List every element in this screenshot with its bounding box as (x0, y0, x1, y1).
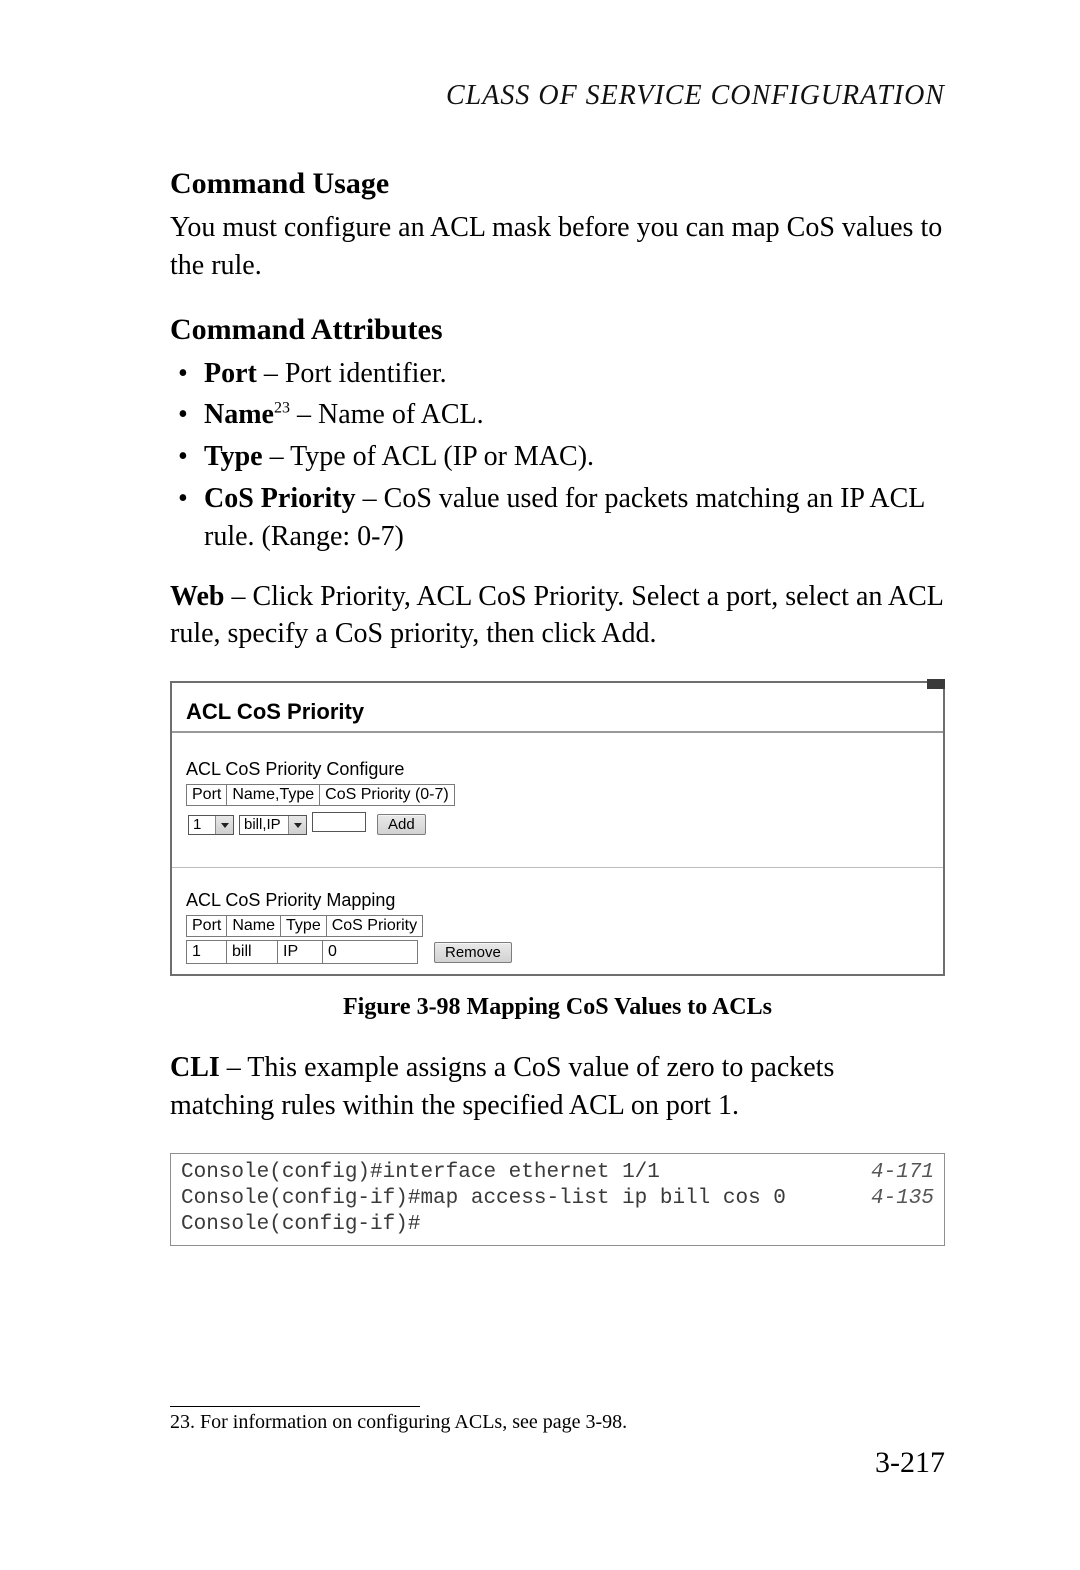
cli-label: CLI (170, 1052, 220, 1083)
attr-label: Port (204, 358, 257, 389)
web-text: – Click Priority, ACL CoS Priority. Sele… (170, 581, 943, 650)
cell-name: bill (227, 941, 278, 964)
cli-page-ref: 4-135 (871, 1186, 934, 1212)
footnote-rule (170, 1406, 420, 1407)
heading-command-usage: Command Usage (170, 167, 945, 201)
command-usage-text: You must configure an ACL mask before yo… (170, 209, 945, 285)
list-item: Type – Type of ACL (IP or MAC). (204, 438, 945, 476)
col-name: Name (227, 916, 281, 937)
heading-command-attributes: Command Attributes (170, 313, 945, 347)
list-item: Name23 – Name of ACL. (204, 396, 945, 434)
col-type: Type (281, 916, 327, 937)
page-number: 3-217 (875, 1446, 945, 1480)
configure-section-label: ACL CoS Priority Configure (186, 759, 929, 780)
attribute-list: Port – Port identifier. Name23 – Name of… (170, 355, 945, 556)
list-item: Port – Port identifier. (204, 355, 945, 393)
attr-label: CoS Priority (204, 483, 356, 514)
col-cos-priority: CoS Priority (326, 916, 422, 937)
add-button[interactable]: Add (377, 814, 426, 835)
nametype-dropdown-value: bill,IP (240, 816, 288, 834)
footnote-ref: 23 (274, 400, 290, 417)
attr-desc: – Type of ACL (IP or MAC). (263, 441, 594, 472)
window-grip-icon (927, 679, 945, 689)
remove-button[interactable]: Remove (434, 942, 512, 963)
cli-command: Console(config)#interface ethernet 1/1 (181, 1160, 660, 1186)
document-page: CLASS OF SERVICE CONFIGURATION Command U… (0, 0, 1080, 1570)
nametype-dropdown[interactable]: bill,IP (239, 815, 307, 835)
cli-text: – This example assigns a CoS value of ze… (170, 1052, 834, 1121)
cli-prompt: Console(config-if)# (181, 1212, 420, 1238)
acl-cos-priority-panel: ACL CoS Priority ACL CoS Priority Config… (170, 681, 945, 976)
cell-port: 1 (187, 941, 227, 964)
configure-table: Port Name,Type CoS Priority (0-7) (186, 784, 455, 806)
col-cos-priority: CoS Priority (0-7) (320, 785, 455, 806)
col-port: Port (187, 785, 227, 806)
web-label: Web (170, 581, 224, 612)
cell-type: IP (278, 941, 323, 964)
attr-desc: – Name of ACL. (290, 399, 484, 430)
mapping-table-body: 1 bill IP 0 Remove (186, 940, 517, 964)
chevron-down-icon[interactable] (215, 816, 233, 834)
attr-label: Name (204, 399, 274, 430)
attr-desc: – Port identifier. (257, 358, 447, 389)
col-port: Port (187, 916, 227, 937)
cli-description: CLI – This example assigns a CoS value o… (170, 1049, 945, 1125)
footnote: 23. For information on configuring ACLs,… (170, 1411, 945, 1434)
port-dropdown[interactable]: 1 (188, 815, 234, 835)
mapping-section-label: ACL CoS Priority Mapping (186, 890, 929, 911)
port-dropdown-value: 1 (189, 816, 215, 834)
cli-page-ref: 4-171 (871, 1160, 934, 1186)
cli-output: Console(config)#interface ethernet 1/1 4… (170, 1153, 945, 1246)
chevron-down-icon[interactable] (288, 816, 306, 834)
cli-command: Console(config-if)#map access-list ip bi… (181, 1186, 786, 1212)
panel-title: ACL CoS Priority (186, 699, 929, 725)
col-nametype: Name,Type (227, 785, 320, 806)
cos-priority-input[interactable] (312, 812, 366, 832)
cell-cos: 0 (323, 941, 418, 964)
mapping-table: Port Name Type CoS Priority (186, 915, 423, 937)
web-instructions: Web – Click Priority, ACL CoS Priority. … (170, 578, 945, 654)
divider (172, 731, 943, 733)
table-row: 1 bill IP 0 Remove (187, 941, 517, 964)
divider (172, 867, 943, 868)
figure-caption: Figure 3-98 Mapping CoS Values to ACLs (170, 994, 945, 1021)
list-item: CoS Priority – CoS value used for packet… (204, 480, 945, 556)
attr-label: Type (204, 441, 263, 472)
configure-controls: 1 bill,IP Add (186, 810, 428, 839)
running-header: CLASS OF SERVICE CONFIGURATION (170, 80, 945, 112)
